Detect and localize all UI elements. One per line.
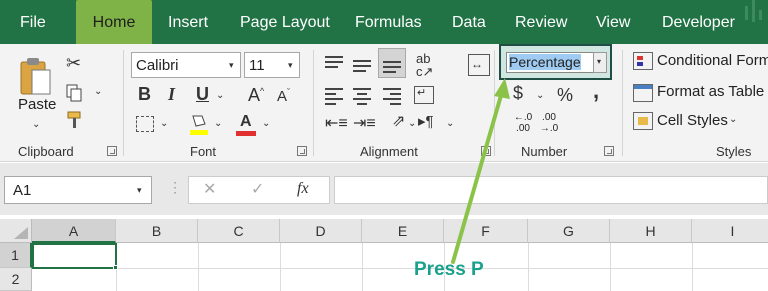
annotation-label: Press P xyxy=(414,259,484,280)
annotation-arrow xyxy=(451,78,510,264)
